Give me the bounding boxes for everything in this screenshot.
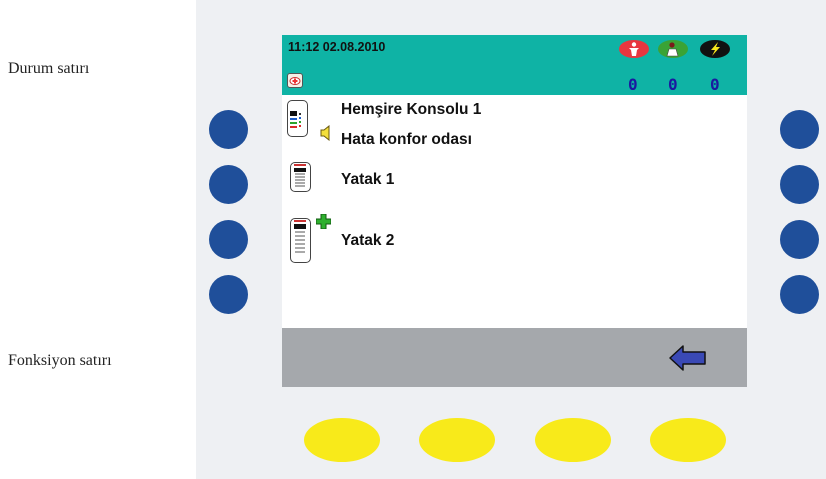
console-name[interactable]: Hemşire Konsolu 1 [341, 101, 481, 119]
right-button-4[interactable] [780, 275, 819, 314]
status-line-label: Durum satırı [8, 60, 90, 77]
soft-key-2[interactable] [419, 418, 495, 462]
nurse-cap-icon [287, 73, 303, 88]
bed-device-icon-2[interactable] [290, 218, 311, 263]
nurse-call-icon [619, 40, 649, 58]
emergency-lightning-icon [700, 40, 730, 58]
left-button-4[interactable] [209, 275, 248, 314]
bed-label-2[interactable]: Yatak 2 [341, 232, 394, 250]
function-bar [282, 328, 747, 387]
datetime: 11:12 02.08.2010 [288, 40, 386, 54]
doctor-call-count: 0 [668, 75, 678, 94]
left-button-1[interactable] [209, 110, 248, 149]
status-bar: 11:12 02.08.2010 0 0 0 [282, 35, 747, 95]
left-button-3[interactable] [209, 220, 248, 259]
function-line-label: Fonksiyon satırı [8, 352, 112, 369]
bed-label-1[interactable]: Yatak 1 [341, 171, 394, 189]
speaker-icon [319, 124, 333, 146]
right-button-1[interactable] [780, 110, 819, 149]
soft-key-4[interactable] [650, 418, 726, 462]
soft-key-1[interactable] [304, 418, 380, 462]
back-arrow-icon[interactable] [668, 344, 708, 377]
left-button-2[interactable] [209, 165, 248, 204]
display-screen: 11:12 02.08.2010 0 0 0 Hemşire Konsolu 1… [282, 35, 747, 387]
bed-device-icon-1[interactable] [290, 162, 311, 192]
nurse-call-count: 0 [628, 75, 638, 94]
right-button-3[interactable] [780, 220, 819, 259]
device-list: Hemşire Konsolu 1 Hata konfor odası Yata… [282, 95, 747, 328]
console-status: Hata konfor odası [341, 131, 472, 148]
console-device-icon[interactable] [287, 100, 308, 137]
right-button-2[interactable] [780, 165, 819, 204]
soft-key-3[interactable] [535, 418, 611, 462]
medical-cross-icon [315, 213, 332, 234]
doctor-call-icon [658, 40, 688, 58]
emergency-count: 0 [710, 75, 720, 94]
